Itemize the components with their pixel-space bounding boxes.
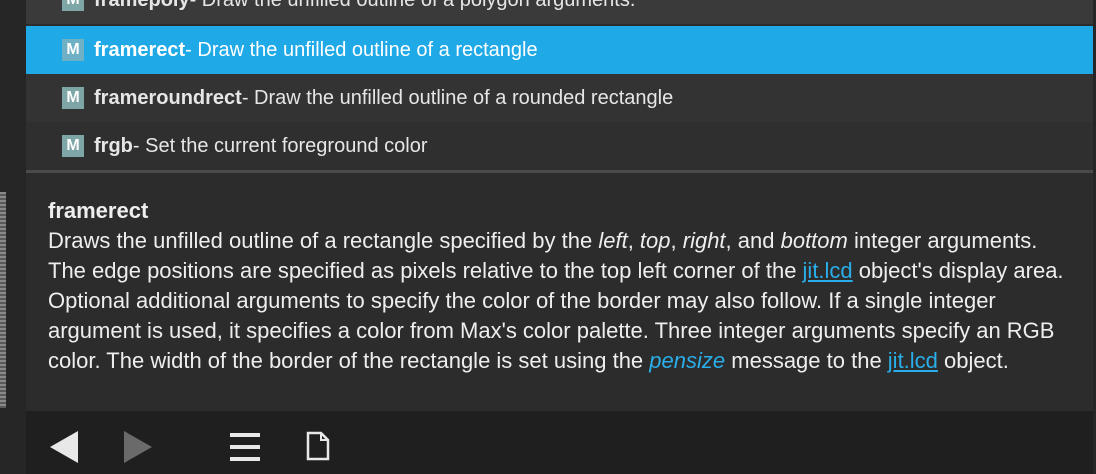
detail-panel: framerect Draws the unfilled outline of … [48,196,1078,376]
list-item-frameroundrect[interactable]: M frameroundrect - Draw the unfilled out… [26,74,1093,123]
message-list: M framepoly - Draw the unfilled outline … [26,0,1093,170]
menu-icon[interactable] [230,433,260,461]
panel-divider[interactable] [26,170,1093,173]
item-name: framerect [94,38,186,61]
method-badge-icon: M [62,135,84,157]
detail-text-part: , and [725,228,781,253]
item-description: - Draw the unfilled outline of a rounded… [241,86,674,109]
param-bottom: bottom [780,228,848,253]
document-icon[interactable] [306,431,330,461]
jit-lcd-link-2[interactable]: jit.lcd [888,348,938,373]
method-badge-icon: M [62,87,84,109]
item-name: framepoly [94,0,190,12]
detail-text-part: , [670,228,683,253]
detail-text-part: message to the [725,348,888,373]
item-name: frameroundrect [94,86,242,109]
list-item-framerect[interactable]: M framerect - Draw the unfilled outline … [26,26,1093,74]
detail-title: framerect [48,198,149,223]
splitter-handle[interactable] [0,192,6,408]
jit-lcd-link[interactable]: jit.lcd [803,258,853,283]
param-left: left [598,228,628,253]
list-item-framepoly[interactable]: M framepoly - Draw the unfilled outline … [26,0,1093,24]
item-description: - Set the current foreground color [132,134,428,157]
forward-icon[interactable] [124,431,152,463]
pensize-link[interactable]: pensize [649,348,725,373]
detail-text-part: , [627,228,640,253]
method-badge-icon: M [62,0,84,11]
detail-text-part: object. [937,348,1009,373]
footer-toolbar [26,411,1093,474]
left-gutter [0,0,26,474]
item-name: frgb [94,134,133,157]
param-top: top [639,228,671,253]
back-icon[interactable] [50,431,78,463]
detail-text-part: Draws the unfilled outline of a rectangl… [48,228,599,253]
item-description: - Draw the unfilled outline of a polygon… [190,0,636,12]
item-description: - Draw the unfilled outline of a rectang… [185,38,538,61]
param-right: right [682,228,726,253]
list-item-frgb[interactable]: M frgb - Set the current foreground colo… [26,122,1093,170]
method-badge-icon: M [62,39,84,61]
detail-text: Draws the unfilled outline of a rectangl… [48,226,1078,376]
